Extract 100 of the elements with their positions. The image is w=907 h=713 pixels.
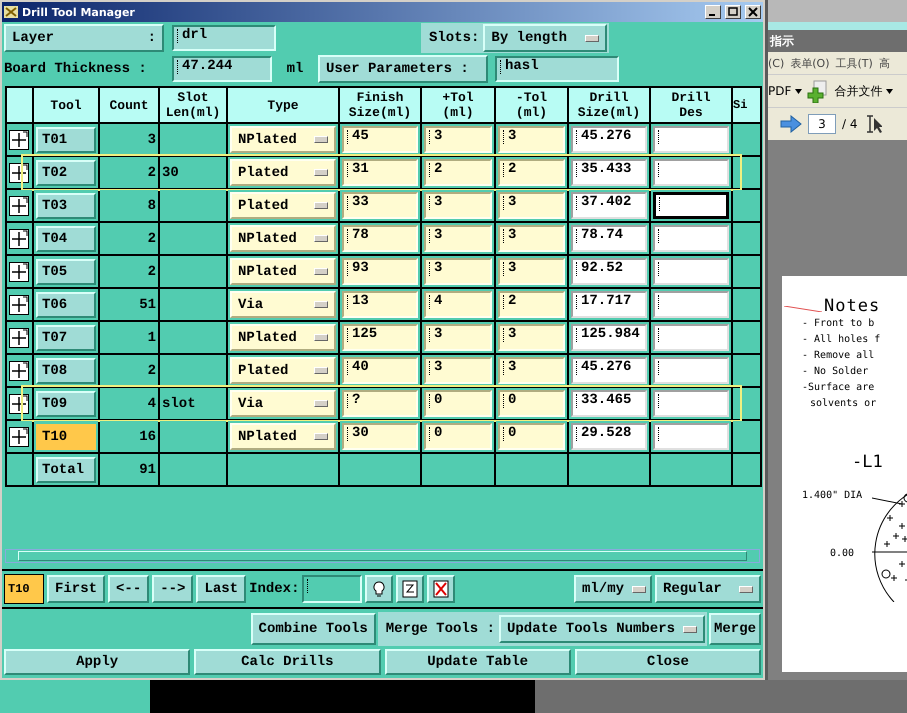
tool-button[interactable]: T04 [36, 226, 96, 252]
plus-tolerance-field[interactable]: 3 [424, 225, 492, 252]
finish-size-field[interactable]: ? [342, 390, 418, 417]
finish-size-field[interactable]: 45 [342, 126, 418, 153]
plus-icon[interactable] [9, 360, 29, 380]
type-dropdown[interactable]: Plated [230, 357, 336, 384]
type-dropdown[interactable]: NPlated [230, 126, 336, 153]
drill-designation-field[interactable] [653, 423, 729, 450]
units-dropdown[interactable]: ml/my [574, 575, 652, 603]
minus-tolerance-field[interactable]: 3 [498, 192, 565, 219]
drill-designation-field[interactable] [653, 357, 729, 384]
finish-size-field[interactable]: 33 [342, 192, 418, 219]
navigation-button[interactable]: <-- [108, 575, 150, 603]
maximize-icon[interactable] [725, 5, 741, 19]
drill-designation-field[interactable] [653, 390, 729, 417]
minus-tolerance-field[interactable]: 0 [498, 423, 565, 450]
plus-icon[interactable] [9, 394, 29, 414]
drill-size-field[interactable]: 37.402 [571, 192, 647, 219]
finish-size-field[interactable]: 125 [342, 324, 418, 351]
create-pdf-button[interactable]: PDF [768, 84, 792, 98]
plus-tolerance-field[interactable]: 0 [424, 390, 492, 417]
menu-item[interactable]: (C) [768, 56, 784, 70]
plus-tolerance-field[interactable]: 3 [424, 324, 492, 351]
tool-button[interactable]: T02 [36, 160, 96, 186]
type-dropdown[interactable]: NPlated [230, 225, 336, 252]
finish-size-field[interactable]: 13 [342, 291, 418, 318]
drill-designation-field[interactable] [653, 126, 729, 153]
plus-icon[interactable] [9, 162, 29, 182]
type-dropdown[interactable]: Plated [230, 192, 336, 219]
drill-size-field[interactable]: 45.276 [571, 357, 647, 384]
tool-button[interactable]: T07 [36, 324, 96, 350]
horizontal-scrollbar[interactable] [5, 549, 760, 563]
minus-tolerance-field[interactable]: 2 [498, 159, 565, 186]
drill-size-field[interactable]: 35.433 [571, 159, 647, 186]
combine-files-button[interactable]: 合并文件 [834, 82, 882, 100]
minimize-icon[interactable] [705, 5, 721, 19]
drill-size-field[interactable]: 17.717 [571, 291, 647, 318]
board-thickness-field[interactable]: 47.244 [172, 56, 272, 82]
tool-button[interactable]: T01 [36, 126, 96, 152]
drill-size-field[interactable]: 78.74 [571, 225, 647, 252]
minus-tolerance-field[interactable]: 0 [498, 390, 565, 417]
tool-button[interactable]: T06 [36, 292, 96, 318]
finish-size-field[interactable]: 31 [342, 159, 418, 186]
type-dropdown[interactable]: NPlated [230, 258, 336, 285]
merge-mode-dropdown[interactable]: Update Tools Numbers [498, 615, 705, 643]
drill-designation-field[interactable] [653, 258, 729, 285]
type-dropdown[interactable]: Plated [230, 159, 336, 186]
navigation-button[interactable]: First [47, 575, 106, 603]
plus-tolerance-field[interactable]: 4 [424, 291, 492, 318]
drill-designation-field[interactable] [653, 192, 729, 219]
drill-size-field[interactable]: 33.465 [571, 390, 647, 417]
menu-item[interactable]: 高 [878, 56, 890, 70]
tool-button[interactable]: T03 [36, 192, 96, 218]
plus-tolerance-field[interactable]: 3 [424, 357, 492, 384]
plus-tolerance-field[interactable]: 3 [424, 258, 492, 285]
navigation-button[interactable]: --> [152, 575, 194, 603]
action-button[interactable]: Apply [4, 649, 190, 675]
minus-tolerance-field[interactable]: 3 [498, 225, 565, 252]
delete-icon[interactable] [427, 575, 456, 603]
mode-dropdown[interactable]: Regular [655, 575, 761, 603]
user-parameters-field[interactable]: hasl [495, 56, 619, 82]
menu-item[interactable]: 表单(O) [790, 56, 830, 70]
plus-tolerance-field[interactable]: 0 [424, 423, 492, 450]
finish-size-field[interactable]: 30 [342, 423, 418, 450]
plus-icon[interactable] [9, 196, 29, 216]
action-button[interactable]: Calc Drills [194, 649, 380, 675]
bulb-icon[interactable] [365, 575, 394, 603]
finish-size-field[interactable]: 78 [342, 225, 418, 252]
drill-designation-field[interactable] [653, 159, 729, 186]
action-button[interactable]: Close [574, 649, 761, 675]
index-field[interactable] [302, 575, 362, 603]
minus-tolerance-field[interactable]: 3 [498, 126, 565, 153]
layer-field[interactable]: drl [172, 25, 276, 51]
minus-tolerance-field[interactable]: 2 [498, 291, 565, 318]
tool-button[interactable]: T08 [36, 358, 96, 384]
drill-size-field[interactable]: 29.528 [571, 423, 647, 450]
drill-size-field[interactable]: 45.276 [571, 126, 647, 153]
type-dropdown[interactable]: Via [230, 390, 336, 417]
tool-button[interactable]: T05 [36, 258, 96, 284]
merge-button[interactable]: Merge [708, 613, 761, 645]
close-icon[interactable] [745, 5, 761, 19]
drill-designation-field[interactable] [653, 324, 729, 351]
type-dropdown[interactable]: NPlated [230, 324, 336, 351]
caret-icon[interactable] [886, 88, 894, 94]
type-dropdown[interactable]: NPlated [230, 423, 336, 450]
user-parameters-button[interactable]: User Parameters : [318, 55, 488, 83]
slots-dropdown[interactable]: By length [483, 24, 607, 52]
plus-icon[interactable] [9, 262, 29, 282]
plus-icon[interactable] [9, 294, 29, 314]
scrollbar-thumb[interactable] [18, 551, 747, 561]
finish-size-field[interactable]: 40 [342, 357, 418, 384]
plus-tolerance-field[interactable]: 3 [424, 192, 492, 219]
finish-size-field[interactable]: 93 [342, 258, 418, 285]
next-arrow-icon[interactable] [780, 115, 802, 133]
minus-tolerance-field[interactable]: 3 [498, 357, 565, 384]
menu-item[interactable]: 工具(T) [836, 56, 873, 70]
total-button[interactable]: Total [36, 456, 96, 482]
caret-icon[interactable] [795, 88, 802, 94]
drill-size-field[interactable]: 92.52 [571, 258, 647, 285]
drill-size-field[interactable]: 125.984 [571, 324, 647, 351]
